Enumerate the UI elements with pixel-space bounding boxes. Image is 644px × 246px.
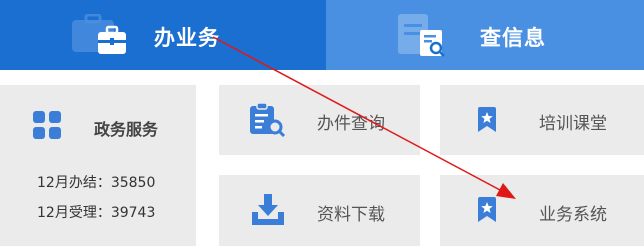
bookmark-star-icon	[478, 197, 496, 222]
stat-accepted: 12月受理：39743	[37, 202, 155, 222]
document-search-icon	[398, 14, 445, 57]
stat-accepted-value: 39743	[110, 205, 156, 221]
stat-completed: 12月办结：35850	[37, 172, 155, 192]
query-card[interactable]: 办件查询	[219, 85, 420, 155]
tab-banshi[interactable]: 办业务	[0, 0, 326, 70]
stat-completed-label: 12月办结：	[37, 175, 111, 191]
download-card[interactable]: 资料下载	[219, 175, 420, 246]
tab-chaxun-label: 查信息	[480, 26, 546, 50]
tab-chaxun[interactable]: 查信息	[326, 0, 644, 70]
training-label: 培训课堂	[539, 114, 607, 134]
download-tray-icon	[252, 194, 284, 225]
clipboard-search-icon	[250, 103, 286, 137]
bookmark-star-icon	[478, 107, 496, 132]
gov-services-title: 政务服务	[94, 120, 159, 139]
stat-completed-value: 35850	[110, 175, 156, 191]
briefcase-icon	[72, 14, 126, 54]
training-card[interactable]: 培训课堂	[440, 85, 644, 155]
grid-icon	[33, 111, 61, 139]
system-label: 业务系统	[539, 205, 607, 225]
stat-accepted-label: 12月受理：	[37, 205, 111, 221]
tab-banshi-label: 办业务	[154, 26, 220, 50]
download-label: 资料下载	[317, 205, 385, 225]
query-label: 办件查询	[317, 114, 385, 134]
system-card[interactable]: 业务系统	[440, 175, 644, 246]
